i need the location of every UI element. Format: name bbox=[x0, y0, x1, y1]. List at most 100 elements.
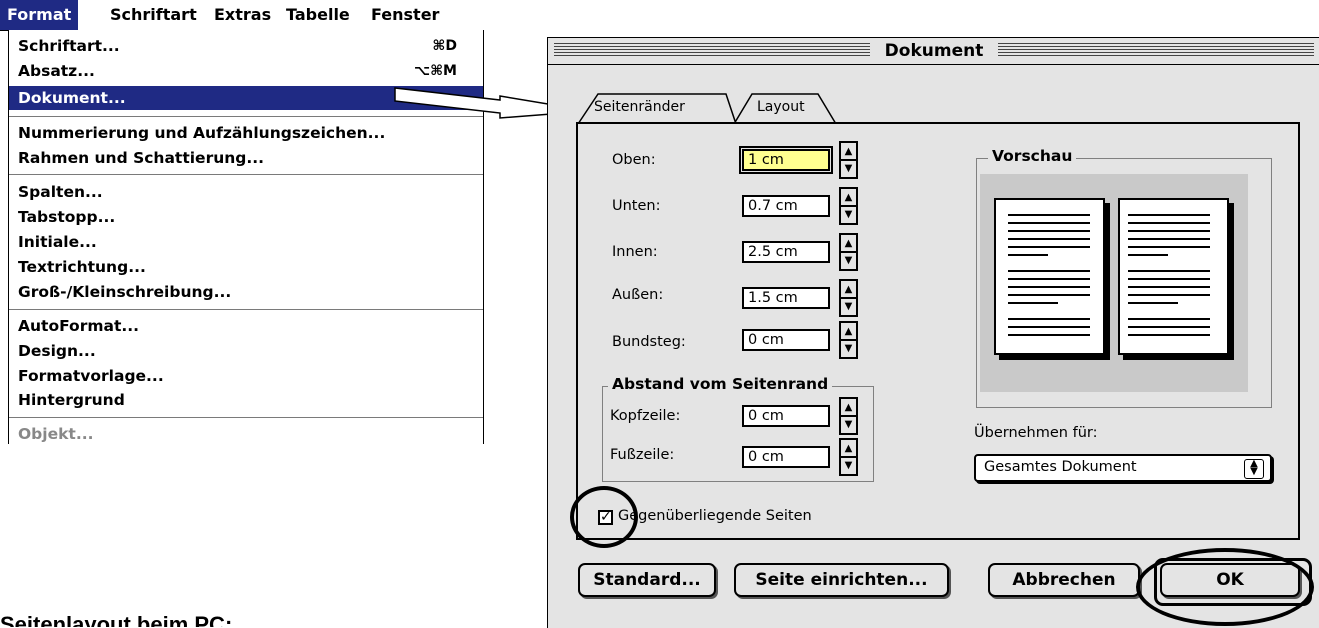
menu-item-rahmen[interactable]: Rahmen und Schattierung... bbox=[9, 146, 483, 170]
menu-item-label: Initiale... bbox=[18, 233, 97, 251]
arrow-up-icon[interactable]: ▲ bbox=[841, 189, 856, 207]
oben-label: Oben: bbox=[612, 152, 656, 168]
tab-seitenraender[interactable]: Seitenränder bbox=[594, 99, 685, 115]
arrow-up-icon[interactable]: ▲ bbox=[841, 323, 856, 341]
unten-label: Unten: bbox=[612, 198, 661, 214]
arrow-up-icon[interactable]: ▲ bbox=[841, 235, 856, 253]
menu-item-spalten[interactable]: Spalten... bbox=[9, 180, 483, 204]
arrow-down-icon[interactable]: ▼ bbox=[841, 340, 856, 356]
unten-stepper[interactable]: ▲ ▼ bbox=[839, 187, 858, 225]
preview-left-page bbox=[994, 198, 1105, 355]
menu-item-label: Hintergrund bbox=[18, 391, 125, 409]
abbrechen-button[interactable]: Abbrechen bbox=[988, 563, 1140, 597]
kopfzeile-stepper[interactable]: ▲ ▼ bbox=[839, 397, 858, 435]
menu-format[interactable]: Format bbox=[0, 0, 79, 30]
menu-item-dokument[interactable]: Dokument... bbox=[9, 86, 483, 110]
fusszeile-stepper[interactable]: ▲ ▼ bbox=[839, 438, 858, 476]
menu-item-label: Dokument... bbox=[18, 89, 126, 107]
menu-schriftart[interactable]: Schriftart bbox=[103, 0, 204, 30]
aussen-label: Außen: bbox=[612, 287, 664, 303]
fusszeile-field[interactable]: 0 cm bbox=[742, 446, 830, 468]
abstand-group bbox=[602, 386, 874, 482]
aussen-stepper[interactable]: ▲ ▼ bbox=[839, 279, 858, 317]
menu-item-label: Nummerierung und Aufzählungszeichen... bbox=[18, 124, 386, 142]
menu-item-label: Tabstopp... bbox=[18, 208, 116, 226]
arrow-up-icon[interactable]: ▲ bbox=[841, 399, 856, 417]
dialog-title: Dokument bbox=[872, 38, 996, 64]
arrow-down-icon[interactable]: ▼ bbox=[841, 457, 856, 473]
menu-tabelle[interactable]: Tabelle bbox=[279, 0, 357, 30]
menu-item-label: Groß-/Kleinschreibung... bbox=[18, 283, 232, 301]
menu-bar: Format Schriftart Extras Tabelle Fenster bbox=[0, 0, 482, 31]
menu-separator bbox=[9, 116, 483, 117]
menu-item-design[interactable]: Design... bbox=[9, 339, 483, 363]
menu-item-autoformat[interactable]: AutoFormat... bbox=[9, 314, 483, 338]
innen-field[interactable]: 2.5 cm bbox=[742, 241, 830, 263]
tab-layout[interactable]: Layout bbox=[757, 99, 805, 115]
bundsteg-label: Bundsteg: bbox=[612, 334, 686, 350]
menu-item-formatvorlage[interactable]: Formatvorlage... bbox=[9, 364, 483, 388]
menu-item-textrichtung[interactable]: Textrichtung... bbox=[9, 255, 483, 279]
arrow-up-icon[interactable]: ▲ bbox=[841, 143, 856, 161]
menu-item-initiale[interactable]: Initiale... bbox=[9, 230, 483, 254]
tab-panel: Oben: 1 cm ▲ ▼ Unten: 0.7 cm ▲ ▼ Innen: … bbox=[576, 122, 1300, 540]
menu-separator bbox=[9, 174, 483, 175]
menu-item-shortcut: ⌥⌘M bbox=[413, 63, 457, 79]
arrow-down-icon[interactable]: ▼ bbox=[841, 416, 856, 432]
unten-field[interactable]: 0.7 cm bbox=[742, 195, 830, 217]
seite-einrichten-button[interactable]: Seite einrichten... bbox=[734, 563, 949, 597]
abstand-group-title: Abstand vom Seitenrand bbox=[608, 375, 833, 393]
menu-item-absatz[interactable]: Absatz... ⌥⌘M bbox=[9, 59, 483, 83]
arrow-down-icon[interactable]: ▼ bbox=[841, 252, 856, 268]
menu-item-hintergrund[interactable]: Hintergrund bbox=[9, 388, 483, 412]
preview-right-page bbox=[1118, 198, 1229, 355]
dokument-dialog: Dokument Seitenränder Layout Oben: 1 cm … bbox=[547, 37, 1319, 628]
vorschau-title: Vorschau bbox=[988, 147, 1077, 165]
arrow-up-icon[interactable]: ▲ bbox=[841, 440, 856, 458]
innen-label: Innen: bbox=[612, 244, 658, 260]
innen-stepper[interactable]: ▲ ▼ bbox=[839, 233, 858, 271]
annotation-circle-checkbox bbox=[570, 486, 638, 548]
kopfzeile-label: Kopfzeile: bbox=[610, 408, 681, 424]
dialog-titlebar[interactable]: Dokument bbox=[548, 38, 1319, 65]
menu-item-label: Rahmen und Schattierung... bbox=[18, 149, 265, 167]
menu-separator bbox=[9, 309, 483, 310]
uebernehmen-select-value: Gesamtes Dokument bbox=[984, 459, 1137, 475]
kopfzeile-field[interactable]: 0 cm bbox=[742, 405, 830, 427]
gegenueberliegende-seiten-label: Gegenüberliegende Seiten bbox=[618, 508, 812, 524]
oben-stepper[interactable]: ▲ ▼ bbox=[839, 141, 858, 179]
titlebar-stripes bbox=[998, 43, 1314, 58]
menu-item-nummerierung[interactable]: Nummerierung und Aufzählungszeichen... bbox=[9, 121, 483, 145]
menu-item-gross-klein[interactable]: Groß-/Kleinschreibung... bbox=[9, 280, 483, 304]
menu-item-shortcut: ⌘D bbox=[432, 38, 457, 54]
standard-button[interactable]: Standard... bbox=[578, 563, 716, 597]
page-caption: Seitenlayout beim PC: bbox=[0, 612, 233, 627]
aussen-field[interactable]: 1.5 cm bbox=[742, 287, 830, 309]
bundsteg-field[interactable]: 0 cm bbox=[742, 329, 830, 351]
arrow-up-icon[interactable]: ▲ bbox=[841, 281, 856, 299]
arrow-down-icon[interactable]: ▼ bbox=[841, 206, 856, 222]
fusszeile-label: Fußzeile: bbox=[610, 447, 675, 463]
page-preview bbox=[980, 174, 1248, 392]
menu-item-label: Absatz... bbox=[18, 62, 95, 80]
menu-fenster[interactable]: Fenster bbox=[364, 0, 446, 30]
bundsteg-stepper[interactable]: ▲ ▼ bbox=[839, 321, 858, 359]
annotation-circle-ok bbox=[1136, 548, 1314, 626]
titlebar-stripes bbox=[554, 43, 870, 58]
menu-item-label: AutoFormat... bbox=[18, 317, 140, 335]
arrow-down-icon[interactable]: ▼ bbox=[841, 160, 856, 176]
uebernehmen-select[interactable]: Gesamtes Dokument ▲ ▼ bbox=[974, 454, 1272, 482]
format-menu-dropdown: Schriftart... ⌘D Absatz... ⌥⌘M Dokument.… bbox=[8, 30, 484, 444]
menu-extras[interactable]: Extras bbox=[207, 0, 278, 30]
menu-item-label: Spalten... bbox=[18, 183, 103, 201]
oben-field[interactable]: 1 cm bbox=[739, 146, 833, 174]
menu-item-label: Formatvorlage... bbox=[18, 367, 164, 385]
menu-item-label: Textrichtung... bbox=[18, 258, 146, 276]
menu-item-label: Objekt... bbox=[18, 425, 94, 443]
updown-arrows-icon: ▲ ▼ bbox=[1244, 459, 1264, 479]
menu-item-label: Design... bbox=[18, 342, 96, 360]
menu-item-tabstopp[interactable]: Tabstopp... bbox=[9, 205, 483, 229]
menu-separator bbox=[9, 417, 483, 418]
arrow-down-icon[interactable]: ▼ bbox=[841, 298, 856, 314]
menu-item-schriftart[interactable]: Schriftart... ⌘D bbox=[9, 34, 483, 58]
